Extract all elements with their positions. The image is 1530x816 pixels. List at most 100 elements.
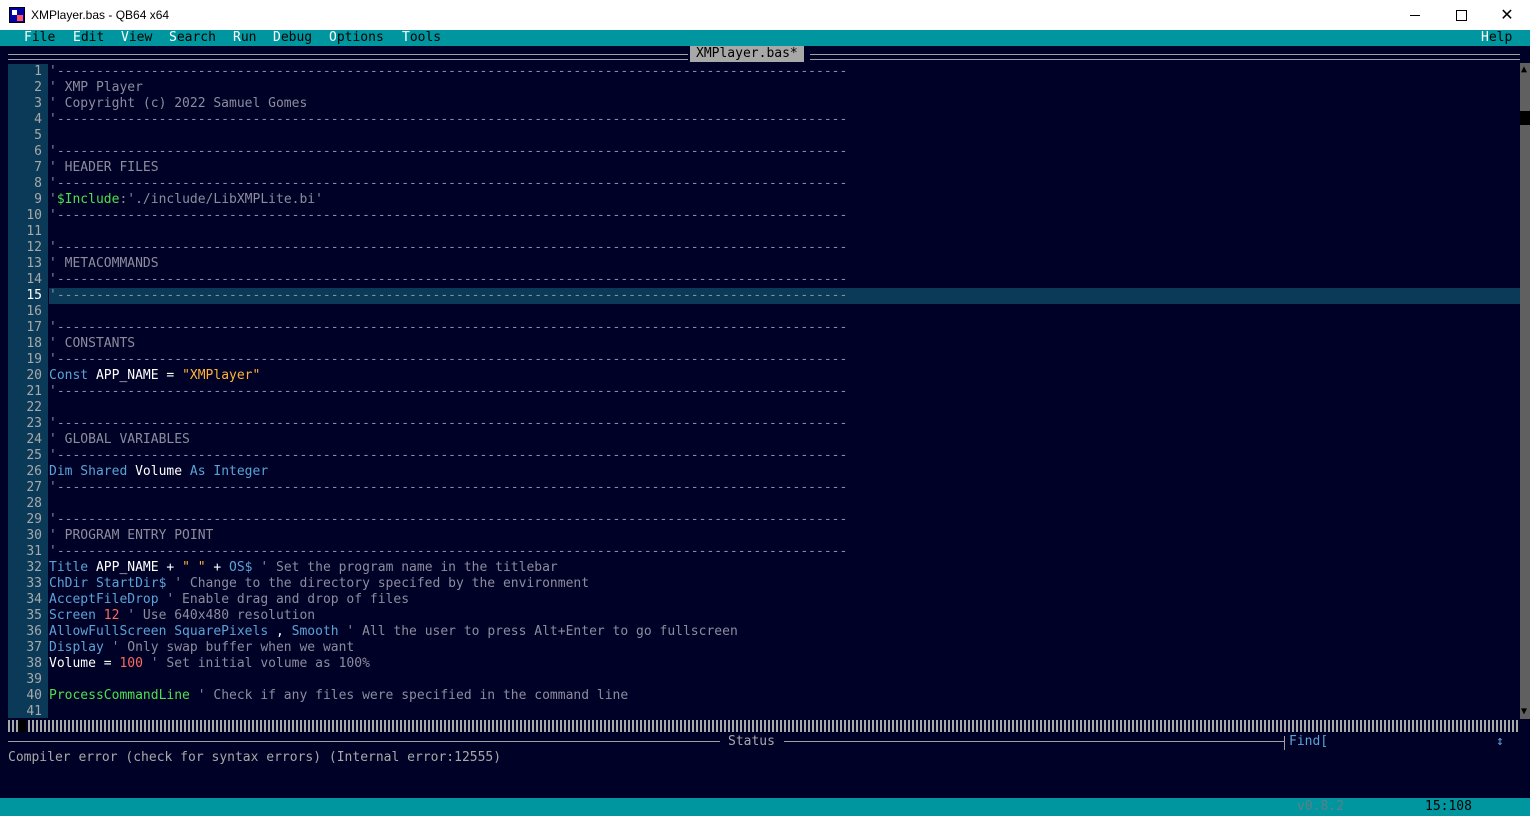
code-line[interactable]: '---------------------------------------…	[49, 544, 1520, 560]
code-line[interactable]: '---------------------------------------…	[49, 240, 1520, 256]
code-line[interactable]: ' CONSTANTS	[49, 336, 1520, 352]
code-line[interactable]: ' HEADER FILES	[49, 160, 1520, 176]
scroll-up-arrow-icon[interactable]: ▲	[1521, 65, 1527, 75]
menu-bar: File Edit View Search Run Debug Options Tools He…	[0, 30, 1530, 46]
menu-file[interactable]: File	[24, 30, 55, 46]
menu-search[interactable]: Search	[169, 30, 216, 46]
code-line[interactable]: '---------------------------------------…	[49, 176, 1520, 192]
code-token: '---------------------------------------…	[49, 512, 848, 527]
code-line[interactable]: ' GLOBAL VARIABLES	[49, 432, 1520, 448]
code-line[interactable]: ' XMP Player	[49, 80, 1520, 96]
minimize-icon	[1410, 14, 1420, 16]
code-token: ' Change to the directory specifed by th…	[166, 576, 590, 591]
code-line[interactable]	[49, 304, 1520, 320]
menu-label: ools	[409, 30, 442, 45]
code-line[interactable]: '---------------------------------------…	[49, 480, 1520, 496]
maximize-icon	[1455, 9, 1467, 21]
code-line[interactable]: Display ' Only swap buffer when we want	[49, 640, 1520, 656]
status-title: Status	[724, 734, 779, 750]
code-line[interactable]: '---------------------------------------…	[49, 208, 1520, 224]
close-button[interactable]: ✕	[1484, 0, 1530, 30]
code-line[interactable]	[49, 224, 1520, 240]
horizontal-scrollbar[interactable]	[8, 720, 1520, 732]
line-number: 11	[26, 224, 42, 239]
code-line[interactable]: '---------------------------------------…	[49, 272, 1520, 288]
code-editor[interactable]: '---------------------------------------…	[49, 64, 1520, 718]
code-line[interactable]: '---------------------------------------…	[49, 352, 1520, 368]
code-line[interactable]: AcceptFileDrop ' Enable drag and drop of…	[49, 592, 1520, 608]
code-line[interactable]: ' PROGRAM ENTRY POINT	[49, 528, 1520, 544]
line-number: 10	[26, 208, 42, 223]
line-number: 6	[34, 144, 42, 159]
code-line[interactable]: Title APP_NAME + " " + OS$ ' Set the pro…	[49, 560, 1520, 576]
vertical-scroll-thumb[interactable]	[1520, 111, 1530, 125]
vertical-scrollbar[interactable]: ▲ ▼	[1520, 63, 1530, 719]
code-token: Display	[49, 640, 104, 655]
code-line[interactable]: '---------------------------------------…	[49, 416, 1520, 432]
menu-label: elp	[1488, 30, 1513, 45]
code-line[interactable]: '---------------------------------------…	[49, 448, 1520, 464]
menu-view[interactable]: View	[121, 30, 152, 46]
code-token: ,	[275, 624, 292, 639]
code-line[interactable]: '---------------------------------------…	[49, 320, 1520, 336]
code-line[interactable]: '---------------------------------------…	[49, 512, 1520, 528]
line-number: 24	[26, 432, 42, 447]
menu-label: ptions	[336, 30, 384, 45]
menu-edit[interactable]: Edit	[73, 30, 104, 46]
code-line[interactable]: '$Include:'./include/LibXMPLite.bi'	[49, 192, 1520, 208]
code-line[interactable]: Volume = 100 ' Set initial volume as 100…	[49, 656, 1520, 672]
code-line[interactable]: '---------------------------------------…	[49, 112, 1520, 128]
horizontal-scroll-thumb[interactable]	[18, 720, 26, 732]
menu-tools[interactable]: Tools	[402, 30, 441, 46]
code-line[interactable]: '---------------------------------------…	[49, 144, 1520, 160]
code-line[interactable]: Screen 12 ' Use 640x480 resolution	[49, 608, 1520, 624]
menu-help[interactable]: Help	[1481, 30, 1512, 46]
code-line[interactable]: ' Copyright (c) 2022 Samuel Gomes	[49, 96, 1520, 112]
code-token: Title	[49, 560, 96, 575]
editor-tab-title[interactable]: XMPlayer.bas*	[690, 46, 804, 62]
code-token: ' HEADER FILES	[49, 160, 159, 175]
code-token: ' XMP Player	[49, 80, 143, 95]
code-token: :'./include/LibXMPLite.bi'	[119, 192, 323, 207]
code-line[interactable]: '---------------------------------------…	[49, 288, 1520, 304]
code-token: '---------------------------------------…	[49, 384, 848, 399]
code-line[interactable]: ' METACOMMANDS	[49, 256, 1520, 272]
code-line[interactable]: Dim Shared Volume As Integer	[49, 464, 1520, 480]
code-line[interactable]: AllowFullScreen SquarePixels , Smooth ' …	[49, 624, 1520, 640]
line-number: 26	[26, 464, 42, 479]
menu-label: earch	[176, 30, 216, 45]
status-frame-left	[8, 741, 720, 742]
code-token: '---------------------------------------…	[49, 352, 848, 367]
ide-window: File Edit View Search Run Debug Options Tools He…	[0, 30, 1530, 816]
code-token: '---------------------------------------…	[49, 320, 848, 335]
scroll-down-arrow-icon[interactable]: ▼	[1521, 707, 1527, 717]
code-line[interactable]	[49, 704, 1520, 718]
menu-run[interactable]: Run	[233, 30, 256, 46]
line-number: 16	[26, 304, 42, 319]
code-line[interactable]	[49, 400, 1520, 416]
line-number: 8	[34, 176, 42, 191]
code-line[interactable]: '---------------------------------------…	[49, 384, 1520, 400]
menu-options[interactable]: Options	[329, 30, 384, 46]
find-field[interactable]: Find[	[1289, 734, 1328, 750]
code-line[interactable]: '---------------------------------------…	[49, 64, 1520, 80]
menu-label: ebug	[280, 30, 313, 45]
code-line[interactable]: Const APP_NAME = "XMPlayer"	[49, 368, 1520, 384]
line-number: 2	[34, 80, 42, 95]
code-line[interactable]	[49, 128, 1520, 144]
code-line[interactable]	[49, 496, 1520, 512]
maximize-button[interactable]	[1438, 0, 1484, 30]
line-number: 28	[26, 496, 42, 511]
find-history-arrow-icon[interactable]: ↕	[1496, 734, 1504, 750]
code-token: '---------------------------------------…	[49, 544, 848, 559]
code-token: Smooth	[291, 624, 339, 639]
line-number: 23	[26, 416, 42, 431]
code-line[interactable]: ChDir StartDir$ ' Change to the director…	[49, 576, 1520, 592]
code-token: '---------------------------------------…	[49, 112, 848, 127]
menu-debug[interactable]: Debug	[273, 30, 312, 46]
line-number: 38	[26, 656, 42, 671]
code-line[interactable]: ProcessCommandLine ' Check if any files …	[49, 688, 1520, 704]
minimize-button[interactable]	[1392, 0, 1438, 30]
menu-hotkey: S	[169, 30, 177, 45]
code-line[interactable]	[49, 672, 1520, 688]
